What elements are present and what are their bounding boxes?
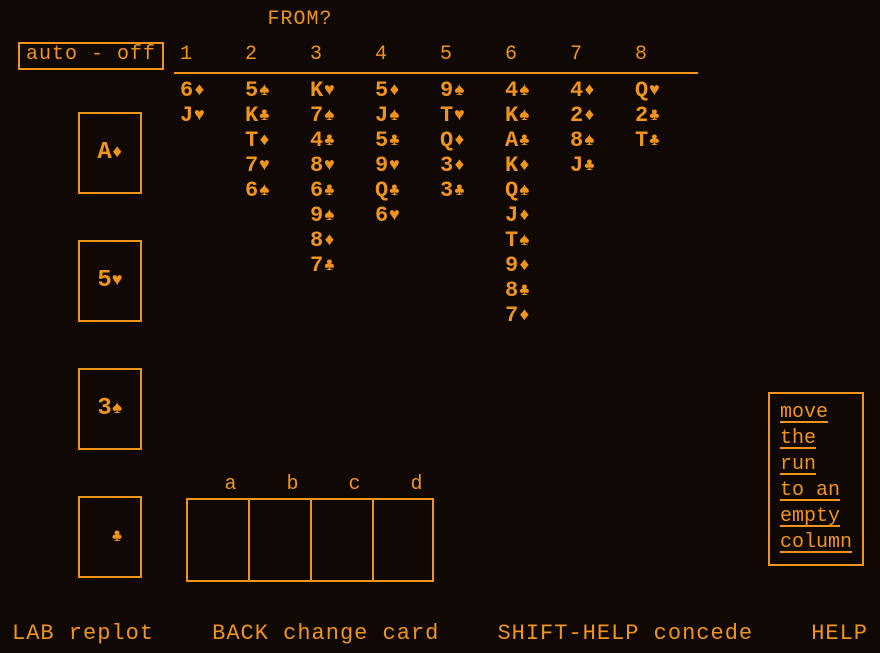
card[interactable]: 6♦ [180, 80, 245, 102]
card[interactable]: A♣ [505, 130, 570, 152]
freecell-label-d: d [386, 475, 448, 495]
auto-toggle[interactable]: auto - off [18, 42, 164, 70]
card[interactable]: K♣ [245, 105, 310, 127]
card[interactable]: 8♥ [310, 155, 375, 177]
card[interactable]: 8♦ [310, 230, 375, 252]
tableau-column-2[interactable]: 5♠ K♣ T♦ 7♥ 6♠ [245, 80, 310, 327]
card[interactable]: 7♥ [245, 155, 310, 177]
card[interactable]: J♥ [180, 105, 245, 127]
freecell-labels: abcd [200, 475, 448, 495]
foundation-pile-2[interactable]: 5♥ [78, 240, 142, 322]
card[interactable]: 6♠ [245, 180, 310, 202]
column-header-8[interactable]: 8 [635, 45, 700, 65]
card[interactable]: Q♣ [375, 180, 440, 202]
tableau-column-3[interactable]: K♥ 7♠ 4♣ 8♥ 6♣ 9♠ 8♦ 7♣ [310, 80, 375, 327]
column-header-1[interactable]: 1 [180, 45, 245, 65]
tableau-column-4[interactable]: 5♦ J♠ 5♣ 9♥ Q♣ 6♥ [375, 80, 440, 327]
card[interactable]: 5♣ [375, 130, 440, 152]
card[interactable]: T♠ [505, 230, 570, 252]
card[interactable]: J♠ [375, 105, 440, 127]
card[interactable]: 7♦ [505, 305, 570, 327]
card[interactable]: 8♣ [505, 280, 570, 302]
card[interactable]: 9♠ [310, 205, 375, 227]
card[interactable]: 6♣ [310, 180, 375, 202]
card[interactable]: 4♠ [505, 80, 570, 102]
hint-line: run [780, 452, 852, 478]
card[interactable]: 2♦ [570, 105, 635, 127]
header-rule [174, 72, 698, 74]
card[interactable]: 9♦ [505, 255, 570, 277]
card[interactable]: 7♣ [310, 255, 375, 277]
card[interactable]: 7♠ [310, 105, 375, 127]
tableau-column-5[interactable]: 9♠ T♥ Q♦ 3♦ 3♣ [440, 80, 505, 327]
card[interactable]: J♣ [570, 155, 635, 177]
column-headers: 12345678 [180, 45, 700, 65]
hint-line: to an [780, 478, 852, 504]
tableau: 6♦ J♥5♠ K♣ T♦ 7♥ 6♠ K♥ 7♠ 4♣ 8♥ 6♣ 9♠ 8♦ 7♣ 5♦ J♠ 5♣ 9♥ Q♣… [180, 80, 700, 327]
column-header-7[interactable]: 7 [570, 45, 635, 65]
foundation-pile-3[interactable]: 3♠ [78, 368, 142, 450]
command-bar: LAB replot BACK change card SHIFT-HELP c… [0, 623, 880, 645]
card[interactable]: K♥ [310, 80, 375, 102]
card[interactable]: J♦ [505, 205, 570, 227]
card[interactable]: Q♠ [505, 180, 570, 202]
card[interactable]: 5♠ [245, 80, 310, 102]
card[interactable]: 3♣ [440, 180, 505, 202]
card[interactable]: Q♦ [440, 130, 505, 152]
freecell-label-c: c [324, 475, 386, 495]
cmd-help[interactable]: HELP [811, 623, 868, 645]
freecell-label-a: a [200, 475, 262, 495]
card[interactable]: 2♣ [635, 105, 700, 127]
cmd-back[interactable]: BACK change card [212, 623, 439, 645]
hint-line: empty [780, 504, 852, 530]
prompt-text: FROM? [0, 10, 600, 30]
card[interactable]: 9♠ [440, 80, 505, 102]
card[interactable]: 5♦ [375, 80, 440, 102]
hint-line: the [780, 426, 852, 452]
hint-line: move [780, 400, 852, 426]
card[interactable]: K♦ [505, 155, 570, 177]
hint-line: column [780, 530, 852, 556]
hint-box: movetherunto anemptycolumn [768, 392, 864, 566]
card[interactable]: 8♠ [570, 130, 635, 152]
card[interactable]: 9♥ [375, 155, 440, 177]
card[interactable]: 6♥ [375, 205, 440, 227]
column-header-6[interactable]: 6 [505, 45, 570, 65]
freecell-label-b: b [262, 475, 324, 495]
column-header-4[interactable]: 4 [375, 45, 440, 65]
card[interactable]: 4♣ [310, 130, 375, 152]
freecell-b[interactable] [248, 498, 310, 582]
card[interactable]: 4♦ [570, 80, 635, 102]
card[interactable]: T♥ [440, 105, 505, 127]
tableau-column-8[interactable]: Q♥ 2♣ T♣ [635, 80, 700, 327]
cmd-shift[interactable]: SHIFT-HELP concede [497, 623, 753, 645]
freecells [186, 498, 434, 582]
tableau-column-7[interactable]: 4♦ 2♦ 8♠ J♣ [570, 80, 635, 327]
column-header-3[interactable]: 3 [310, 45, 375, 65]
card[interactable]: Q♥ [635, 80, 700, 102]
freecell-a[interactable] [186, 498, 248, 582]
freecell-c[interactable] [310, 498, 372, 582]
card[interactable]: K♠ [505, 105, 570, 127]
tableau-column-6[interactable]: 4♠ K♠ A♣ K♦ Q♠ J♦ T♠ 9♦ 8♣ 7♦ [505, 80, 570, 327]
column-header-5[interactable]: 5 [440, 45, 505, 65]
foundation-pile-1[interactable]: A♦ [78, 112, 142, 194]
card[interactable]: T♦ [245, 130, 310, 152]
column-header-2[interactable]: 2 [245, 45, 310, 65]
card[interactable]: T♣ [635, 130, 700, 152]
cmd-lab[interactable]: LAB replot [12, 623, 154, 645]
tableau-column-1[interactable]: 6♦ J♥ [180, 80, 245, 327]
card[interactable]: 3♦ [440, 155, 505, 177]
freecell-d[interactable] [372, 498, 434, 582]
foundation-pile-4[interactable]: ♣ [78, 496, 142, 578]
